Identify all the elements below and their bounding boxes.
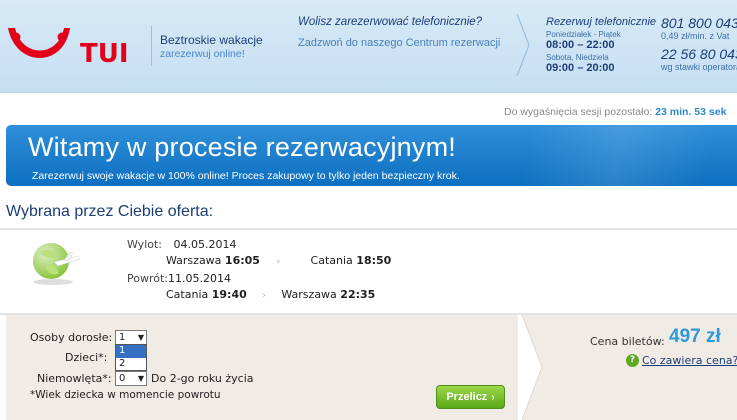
price-help[interactable]: ? Co zawiera cena? <box>626 353 737 367</box>
age-footnote: *Wiek dziecka w momencie powrotu <box>30 389 221 401</box>
session-timer: Do wygaśnięcia sesji pozostało: 23 min. … <box>504 106 726 118</box>
outbound-label: Wylot: <box>127 238 162 251</box>
phone-heading: Rezerwuj telefonicznie <box>546 16 657 28</box>
adults-select[interactable]: 1 ▼ <box>115 330 147 345</box>
outbound-date-row: Wylot: 04.05.2014 <box>127 238 236 251</box>
return-label: Powrót: <box>127 272 168 285</box>
infants-value: 0 <box>119 373 126 384</box>
banner-decoration <box>437 125 737 186</box>
price-value: 497 zł <box>669 326 721 347</box>
price-label: Cena biletów: <box>590 335 665 348</box>
session-sec-unit: sek <box>708 106 727 118</box>
welcome-banner: Witamy w procesie rezerwacyjnym! Zarezer… <box>6 125 737 186</box>
call-question: Wolisz zarezerwować telefonicznie? <box>298 16 483 28</box>
phone1[interactable]: 801 800 043 <box>661 15 737 31</box>
adults-option-1[interactable]: 1 <box>116 345 146 358</box>
weekend-hours: 09:00 – 20:00 <box>546 62 615 74</box>
session-seconds: 53 <box>694 106 706 118</box>
price-help-link[interactable]: Co zawiera cena? <box>642 354 737 367</box>
select-arrow-icon: ▼ <box>137 333 144 342</box>
weekend-label: Sobota, Niedziela <box>546 53 609 62</box>
outbound-to-time: 18:50 <box>356 254 392 267</box>
adults-dropdown[interactable]: 1 2 <box>115 344 147 371</box>
offer-divider <box>0 228 737 230</box>
recalculate-button[interactable]: Przelicz › <box>436 385 505 409</box>
banner-title: Witamy w procesie rezerwacyjnym! <box>28 132 456 162</box>
globe-plane-icon <box>33 243 81 285</box>
select-arrow-icon: ▼ <box>137 374 144 383</box>
recalculate-label: Przelicz <box>446 391 488 403</box>
phone-hours: Rezerwuj telefonicznie Poniedziałek - Pi… <box>546 16 656 74</box>
call-prompt: Wolisz zarezerwować telefonicznie? Zadzw… <box>298 16 513 49</box>
infants-label: Niemowlęta*: <box>37 372 112 385</box>
infants-note: Do 2-go roku życia <box>151 372 254 385</box>
outbound-to-city: Catania <box>310 254 353 267</box>
question-icon: ? <box>626 353 639 367</box>
phone1-rate: 0,49 zł/min. z Vat <box>661 31 730 41</box>
banner-subtitle: Zarezerwuj swoje wakacje w 100% online! … <box>32 170 460 182</box>
return-route: Catania 19:40 › Warszawa 22:35 <box>166 288 375 301</box>
session-minutes: 23 <box>655 106 667 118</box>
return-to-time: 22:35 <box>340 288 376 301</box>
tui-smile-icon: TUI <box>8 28 129 69</box>
logo-divider <box>151 26 152 66</box>
route-arrow-icon: › <box>262 291 266 301</box>
weekday-hours: 08:00 – 22:00 <box>546 39 615 51</box>
return-date-row: Powrót:11.05.2014 <box>127 272 231 285</box>
tagline-line1: Beztroskie wakacje <box>160 33 263 47</box>
infants-select[interactable]: 0 ▼ <box>115 371 147 386</box>
site-header: TUI Beztroskie wakacje zarezerwuj online… <box>0 0 737 93</box>
logo-text: TUI <box>80 39 129 69</box>
session-label: Do wygaśnięcia sesji pozostało: <box>504 106 653 118</box>
weekday-label: Poniedziałek - Piątek <box>546 30 621 39</box>
outbound-route: Warszawa 16:05 › Catania 18:50 <box>166 254 391 267</box>
return-from-city: Catania <box>166 288 209 301</box>
tui-logo[interactable]: TUI <box>6 20 141 70</box>
outbound-from-time: 16:05 <box>224 254 260 267</box>
route-arrow-icon: › <box>276 257 281 267</box>
call-cta[interactable]: Zadzwoń do naszego Centrum rezerwacji <box>298 37 513 49</box>
outbound-from-city: Warszawa <box>166 254 222 267</box>
adults-value: 1 <box>119 332 126 343</box>
adults-option-2[interactable]: 2 <box>116 358 146 371</box>
header-chevron-icon <box>516 14 530 76</box>
tagline-line2: zarezerwuj online! <box>160 48 245 60</box>
arrow-right-icon: › <box>491 392 495 403</box>
session-min-unit: min. <box>669 106 692 118</box>
offer-heading: Wybrana przez Ciebie oferta: <box>6 203 214 220</box>
phone-numbers: 801 800 043 0,49 zł/min. z Vat 22 56 80 … <box>661 15 737 72</box>
return-from-time: 19:40 <box>211 288 247 301</box>
phone2-rate: wg stawki operatora <box>661 62 737 72</box>
phone2[interactable]: 22 56 80 043 <box>661 46 737 62</box>
children-label: Dzieci*: <box>65 351 108 364</box>
return-date: 11.05.2014 <box>168 272 231 285</box>
outbound-date: 04.05.2014 <box>173 238 237 251</box>
tagline: Beztroskie wakacje zarezerwuj online! <box>160 33 263 60</box>
return-to-city: Warszawa <box>281 288 337 301</box>
form-chevron-icon <box>518 315 542 420</box>
adults-label: Osoby dorosłe: <box>30 331 113 344</box>
